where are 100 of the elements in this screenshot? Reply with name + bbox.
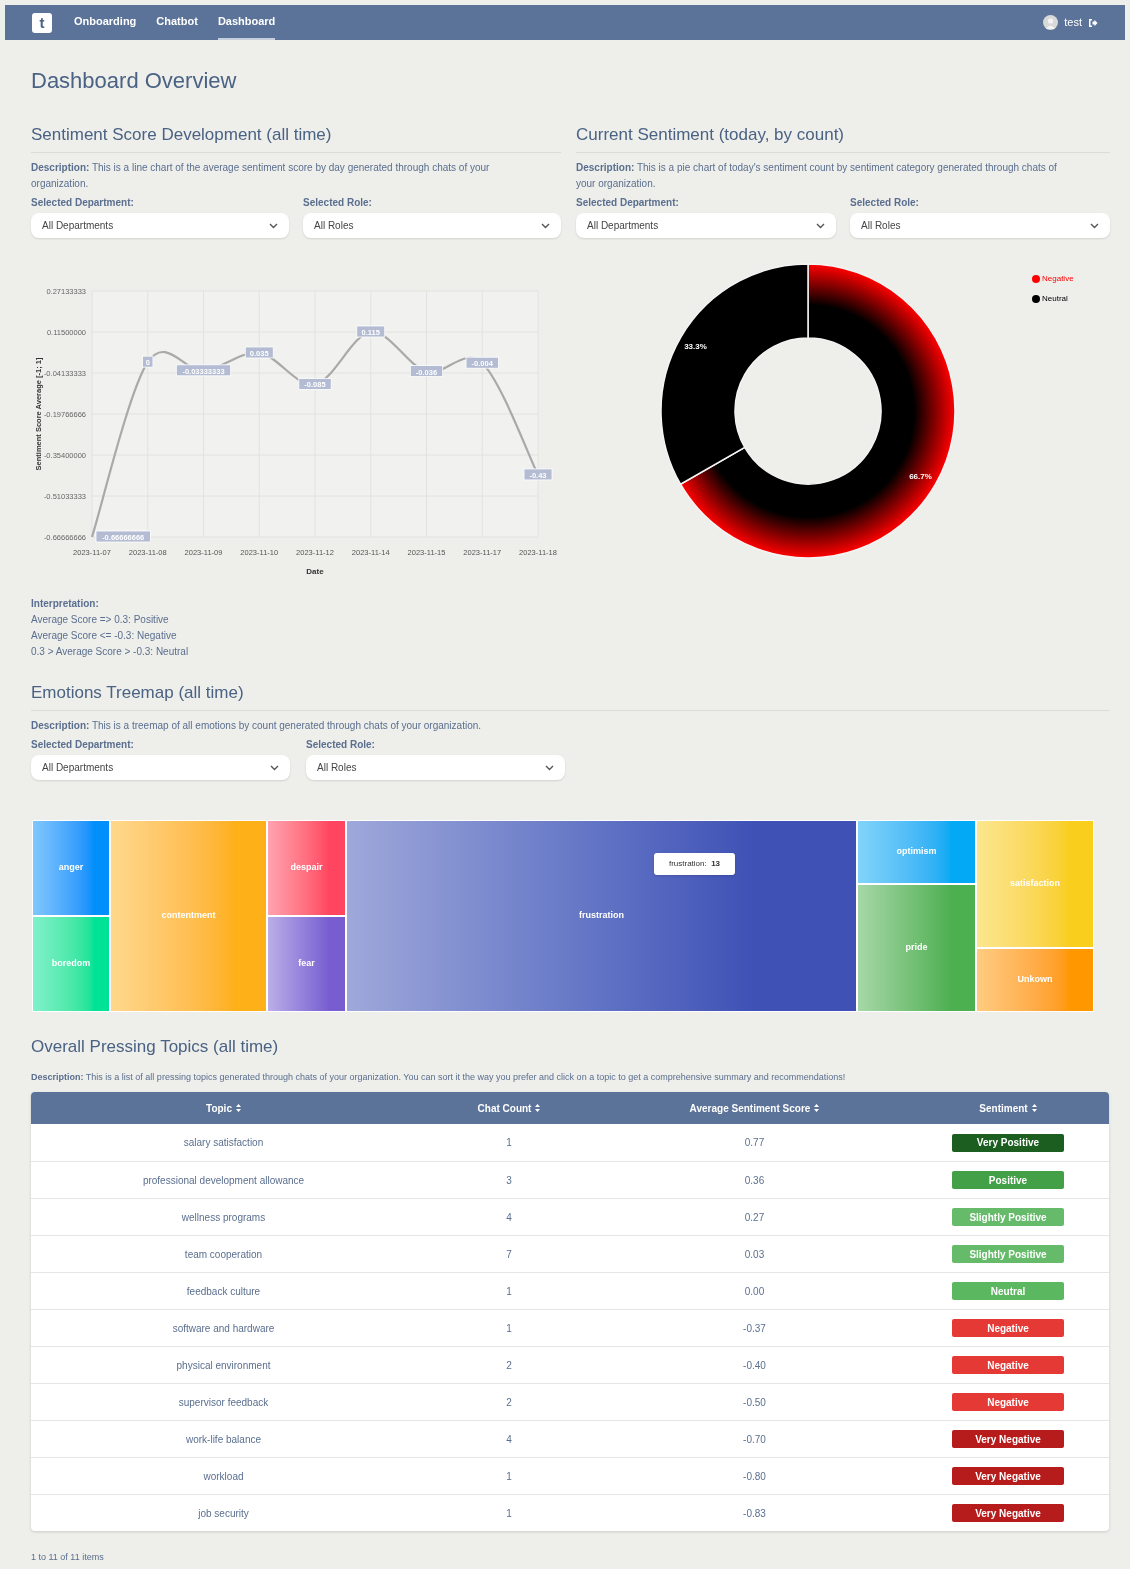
interpretation-title: Interpretation: (31, 597, 100, 611)
select-field[interactable]: All Departments (576, 213, 836, 238)
data-label: 66.7% (909, 472, 932, 482)
table-row[interactable]: physical environment 2 -0.40 Negative (31, 1346, 1109, 1383)
table-cell-text: 4 (505, 1432, 513, 1447)
interpretation-text: Average Score => 0.3: Positive (31, 613, 170, 627)
chevron-down-icon (541, 222, 550, 229)
table-cell-text: 3 (505, 1173, 513, 1188)
filter-label: Selected Role: (303, 196, 373, 210)
table-cell-text: -0.37 (742, 1321, 767, 1336)
select-value: All Departments (42, 761, 114, 775)
table-cell-text: 0.03 (743, 1247, 766, 1262)
table-row[interactable]: feedback culture 1 0.00 Neutral (31, 1272, 1109, 1309)
table-row[interactable]: salary satisfaction 1 0.77 Very Positive (31, 1124, 1109, 1161)
filter-label: Selected Department: (576, 196, 680, 210)
nav-link[interactable]: Onboarding (74, 5, 137, 40)
column-header[interactable]: Topic (31, 1092, 416, 1124)
table-row[interactable]: team cooperation 7 0.03 Slightly Positive (31, 1235, 1109, 1272)
table-cell-text: -0.80 (742, 1469, 767, 1484)
sort-icon (535, 1104, 541, 1112)
section-title: Sentiment Score Development (all time) (31, 124, 333, 146)
tooltip: frustration: 13 (654, 853, 735, 875)
table-cell-text: team cooperation (183, 1247, 264, 1262)
select-value: All Roles (861, 219, 901, 233)
column-header[interactable]: Chat Count (416, 1092, 602, 1124)
filter-label: Selected Role: (850, 196, 920, 210)
table-cell-text: 7 (505, 1247, 513, 1262)
table-cell-text: 0.27 (743, 1210, 766, 1225)
table-cell-text: 2 (505, 1395, 513, 1410)
nav-link[interactable]: Dashboard (217, 5, 276, 40)
legend-label[interactable]: Neutral (1042, 293, 1068, 305)
table-cell-text: work-life balance (184, 1432, 262, 1447)
select-field[interactable]: All Roles (303, 213, 561, 238)
logo[interactable]: t (32, 12, 52, 33)
description-text: Description: This is a pie chart of today's sentiment count by sentiment category generated through chats of your organization. (576, 161, 1058, 191)
table-cell-text: wellness programs (180, 1210, 267, 1225)
table-cell-text: job security (197, 1506, 250, 1521)
select-field[interactable]: All Roles (306, 755, 565, 780)
table-cell-text: 1 (505, 1506, 513, 1521)
section-title: Current Sentiment (today, by count) (576, 124, 846, 146)
table-cell-text: 1 (505, 1284, 513, 1299)
column-header[interactable]: Sentiment (907, 1092, 1109, 1124)
logout-icon[interactable] (1088, 17, 1098, 28)
nav-link[interactable]: Chatbot (156, 5, 198, 40)
data-label: 33.3% (684, 341, 707, 351)
table-row[interactable]: wellness programs 4 0.27 Slightly Positive (31, 1198, 1109, 1235)
select-value: All Roles (317, 761, 357, 775)
table-cell-text: 2 (505, 1358, 513, 1373)
chevron-down-icon (1090, 222, 1099, 229)
select-field[interactable]: All Departments (31, 755, 290, 780)
table-cell-text: 0.36 (743, 1173, 766, 1188)
legend-label[interactable]: Negative (1042, 273, 1074, 285)
table-row[interactable]: supervisor feedback 2 -0.50 Negative (31, 1383, 1109, 1420)
table-cell-text: feedback culture (185, 1284, 262, 1299)
user-name: test (1064, 15, 1082, 31)
table-cell-text: 1 (505, 1321, 513, 1336)
sort-icon (814, 1104, 820, 1112)
select-value: All Departments (42, 219, 114, 233)
table-row[interactable]: professional development allowance 3 0.36 Positive (31, 1161, 1109, 1198)
select-field[interactable]: All Departments (31, 213, 289, 238)
filter-label: Selected Role: (306, 738, 376, 752)
table-cell-text: -0.70 (742, 1432, 767, 1447)
table-cell-text: -0.50 (742, 1395, 767, 1410)
table-row[interactable]: job security 1 -0.83 Very Negative (31, 1494, 1109, 1531)
description-text: Description: This is a list of all pressing topics generated through chats of your organization. You can sort it the way you prefer and click on a topic to get a comprehensive summary and recommendations! (31, 1071, 847, 1084)
sentiment-badge: Positive (952, 1171, 1064, 1189)
filter-label: Selected Department: (31, 196, 135, 210)
select-value: All Roles (314, 219, 354, 233)
table-cell-text: 0.77 (743, 1136, 766, 1150)
sort-icon (235, 1104, 241, 1112)
table-row[interactable]: workload 1 -0.80 Very Negative (31, 1457, 1109, 1494)
table-cell-text: -0.40 (742, 1358, 767, 1373)
table-cell-text: supervisor feedback (177, 1395, 270, 1410)
pagination-info: 1 to 11 of 11 items (31, 1551, 105, 1564)
treemap-tile[interactable]: fear (267, 916, 346, 1012)
axis-title: Date (306, 567, 324, 576)
sentiment-badge: Negative (952, 1393, 1064, 1411)
chevron-down-icon (269, 222, 278, 229)
section-title: Emotions Treemap (all time) (31, 682, 245, 704)
avatar-icon (1043, 15, 1059, 30)
section-title: Overall Pressing Topics (all time) (31, 1036, 280, 1058)
sentiment-badge: Slightly Positive (952, 1208, 1064, 1226)
table-row[interactable]: work-life balance 4 -0.70 Very Negative (31, 1420, 1109, 1457)
sentiment-badge: Slightly Positive (952, 1245, 1064, 1263)
table-row[interactable]: software and hardware 1 -0.37 Negative (31, 1309, 1109, 1346)
chevron-down-icon (545, 764, 554, 771)
table-cell-text: professional development allowance (141, 1173, 306, 1188)
column-header[interactable]: Average Sentiment Score (602, 1092, 907, 1124)
sentiment-badge: Very Negative (952, 1504, 1064, 1522)
table-cell-text: 1 (505, 1469, 513, 1484)
table-cell-text: -0.83 (742, 1506, 767, 1521)
select-field[interactable]: All Roles (850, 213, 1110, 238)
table-cell-text: workload (202, 1469, 245, 1484)
sort-icon (1031, 1104, 1037, 1112)
chevron-down-icon (816, 222, 825, 229)
sentiment-badge: Very Negative (952, 1430, 1064, 1448)
description-text: Description: This is a treemap of all emotions by count generated through chats of your organization. (31, 719, 483, 733)
table-cell-text: 0.00 (743, 1284, 766, 1299)
sentiment-badge: Neutral (952, 1282, 1064, 1300)
chevron-down-icon (270, 764, 279, 771)
